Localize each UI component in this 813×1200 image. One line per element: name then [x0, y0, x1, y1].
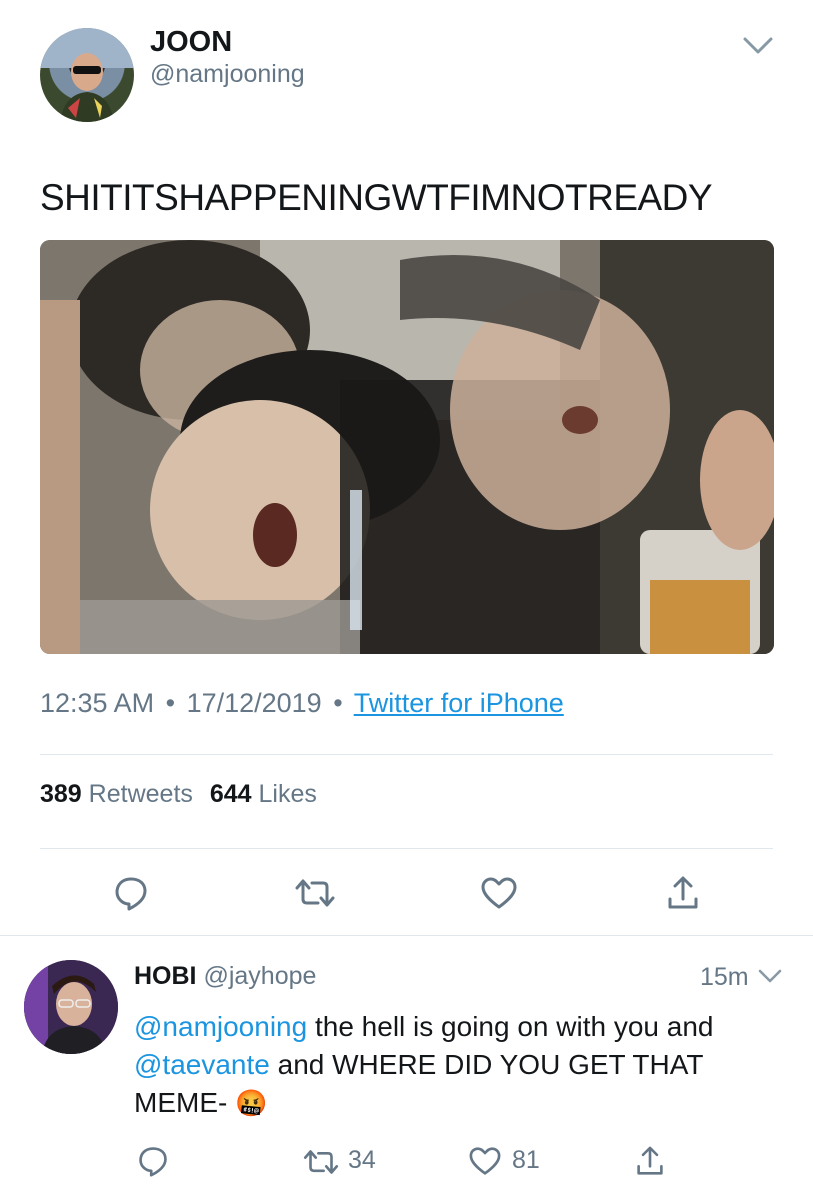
- reply-mention-taevante[interactable]: @taevante: [134, 1049, 270, 1080]
- likes-count: 644: [209, 780, 252, 808]
- reply-age: 15m: [700, 963, 749, 991]
- tweet-text: SHITITSHAPPENINGWTFIMNOTREADY: [40, 177, 713, 218]
- divider: [0, 935, 813, 936]
- share-icon[interactable]: [662, 872, 704, 914]
- reply-retweet-count: 34: [348, 1146, 376, 1174]
- reply-text-part: the hell is going on with you and: [307, 1011, 714, 1042]
- author-name[interactable]: JOON: [150, 26, 232, 59]
- reply-author-name[interactable]: HOBI: [134, 962, 197, 990]
- divider: [40, 754, 773, 755]
- retweet-icon[interactable]: [293, 872, 337, 914]
- tweet-media-image[interactable]: [40, 240, 774, 654]
- angry-face-emoji-icon: 🤬: [235, 1088, 268, 1118]
- tweet-date: 17/12/2019: [186, 688, 322, 718]
- tweet-time: 12:35 AM: [40, 688, 155, 718]
- reply-author-handle[interactable]: @jayhope: [203, 962, 316, 990]
- reply-mention-namjooning[interactable]: @namjooning: [134, 1011, 307, 1042]
- separator: •: [333, 688, 343, 718]
- retweet-icon[interactable]: [300, 1144, 342, 1180]
- engagement-counts: 389 Retweets 644 Likes: [40, 780, 317, 809]
- author-avatar[interactable]: [40, 28, 134, 122]
- tweet-source-link[interactable]: Twitter for iPhone: [354, 688, 564, 718]
- divider: [40, 848, 773, 849]
- heart-icon[interactable]: [466, 1143, 504, 1179]
- reply-icon[interactable]: [110, 872, 152, 914]
- reply-header: HOBI @jayhope: [134, 962, 316, 991]
- retweets-stat[interactable]: 389 Retweets: [40, 780, 200, 808]
- chevron-down-icon[interactable]: [740, 34, 776, 58]
- reply-like-count: 81: [512, 1146, 540, 1174]
- likes-label: Likes: [258, 780, 317, 808]
- separator: •: [165, 688, 176, 718]
- heart-icon[interactable]: [477, 872, 521, 914]
- tweet-timestamp-line: 12:35 AM • 17/12/2019 • Twitter for iPho…: [40, 688, 564, 719]
- likes-stat[interactable]: 644 Likes: [210, 780, 317, 808]
- chevron-down-icon[interactable]: [756, 966, 784, 986]
- author-handle[interactable]: @namjooning: [150, 60, 305, 89]
- share-icon[interactable]: [632, 1142, 668, 1180]
- reply-author-avatar[interactable]: [24, 960, 118, 1054]
- reply-text: @namjooning the hell is going on with yo…: [134, 1008, 754, 1122]
- retweets-count: 389: [40, 780, 82, 808]
- retweets-label: Retweets: [88, 780, 193, 808]
- reply-icon[interactable]: [134, 1142, 172, 1180]
